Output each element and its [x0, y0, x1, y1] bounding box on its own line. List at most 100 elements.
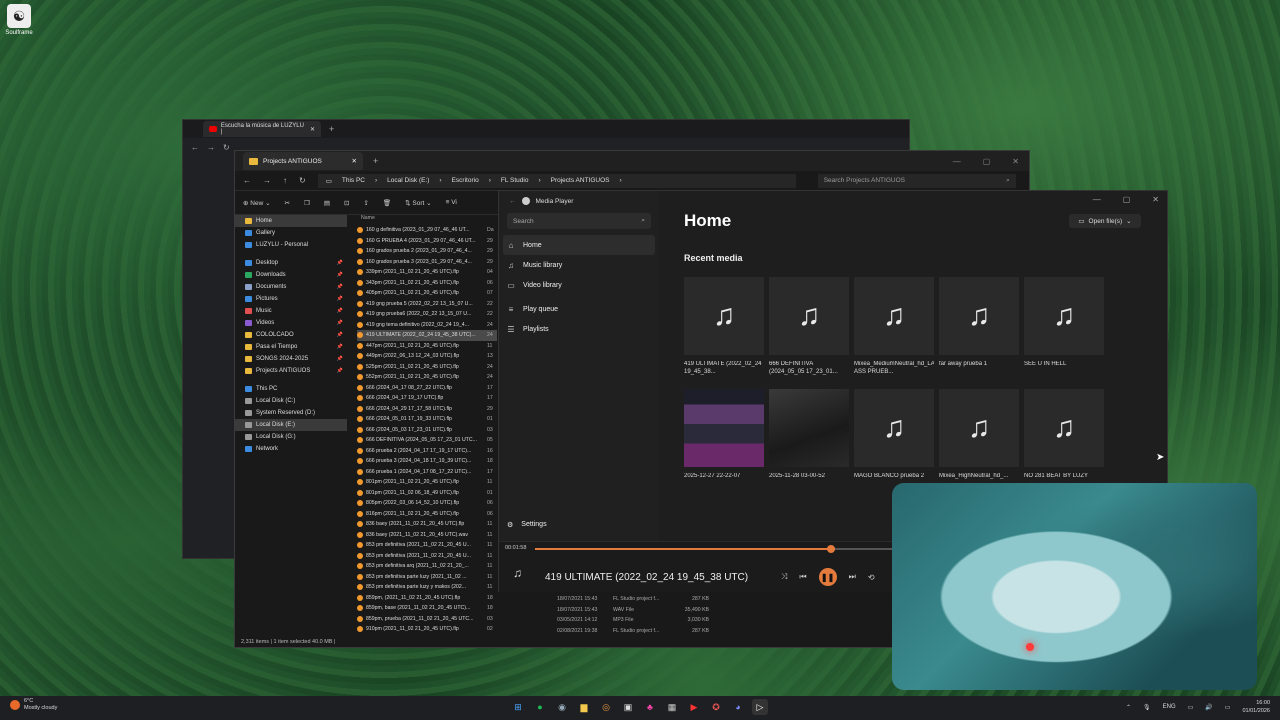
breadcrumb-item[interactable]: This PC	[342, 177, 365, 184]
forward-icon[interactable]: →	[263, 176, 271, 185]
minimize-icon[interactable]: —	[953, 157, 961, 166]
table-row[interactable]: 910pm (2021_11_02 21_20_45 UTC).flp 02	[357, 624, 497, 635]
clock[interactable]: 16:00 01/01/2026	[1242, 699, 1270, 715]
nav-playlists[interactable]: ☰ Playlists	[499, 319, 659, 339]
table-row[interactable]: 836 baey (2021_11_02 21_20_45 UTC).wav 11	[357, 530, 497, 541]
start-icon[interactable]: ⊞	[510, 699, 526, 715]
calendar-icon[interactable]: ▦	[664, 699, 680, 715]
nav-home[interactable]: ⌂ Home	[503, 235, 655, 255]
delete-icon[interactable]: 🗑	[383, 199, 391, 207]
back-icon[interactable]: ←	[509, 198, 516, 205]
nav-item[interactable]: System Reserved (D:)	[235, 407, 347, 419]
minimize-icon[interactable]: —	[1093, 195, 1101, 204]
game-icon[interactable]: ✪	[708, 699, 724, 715]
nav-item[interactable]: SONGS 2024-2025 📌	[235, 353, 347, 365]
shuffle-icon[interactable]: ⤨	[781, 572, 787, 582]
table-row[interactable]: 853 pm definitiva parte luzy y makos (20…	[357, 582, 497, 593]
table-row[interactable]: 160 G PRUEBA 4 (2023_01_29 07_46_46 UT..…	[357, 236, 497, 247]
table-row[interactable]: 666 prueba 3 (2024_04_18 17_19_39 UTC)..…	[357, 456, 497, 467]
table-row[interactable]: 859pm, (2021_11_02 21_20_45 UTC).flp 18	[357, 593, 497, 604]
new-button[interactable]: ⊕ New ⌄	[243, 199, 271, 207]
nav-item[interactable]: Local Disk (G:)	[235, 431, 347, 443]
nav-item[interactable]: Local Disk (E:)	[235, 419, 347, 431]
table-row[interactable]: 160 grados prueba 3 (2023_01_29 07_46_4.…	[357, 257, 497, 268]
next-icon[interactable]: ⏭	[849, 572, 856, 582]
maximize-icon[interactable]: ▢	[1123, 195, 1131, 204]
table-row[interactable]: 805pm (2022_03_06 14_52_10 UTC).flp 06	[357, 498, 497, 509]
table-row[interactable]: 853 pm definitiva arq (2021_11_02 21_20_…	[357, 561, 497, 572]
repeat-icon[interactable]: ⟲	[868, 573, 875, 582]
table-row[interactable]: 853 pm definitiva parte luzy (2021_11_02…	[357, 572, 497, 583]
recent-media-item[interactable]: ♫ Mixea_HighNeutral_hd_...	[939, 389, 1019, 489]
explorer-search-input[interactable]: Search Projects ANTIGUOS ⌕	[817, 173, 1016, 188]
nav-item[interactable]: Pasa el Tiempo 📌	[235, 341, 347, 353]
sort-button[interactable]: ⇅ Sort ⌄	[405, 199, 431, 207]
breadcrumb[interactable]: ▭ This PC › Local Disk (E:) › Escritorio › …	[317, 173, 796, 188]
network-icon[interactable]: ▭	[1188, 704, 1194, 711]
table-row[interactable]: 552pm (2021_11_02 21_20_45 UTC).flp 24	[357, 372, 497, 383]
discord-icon[interactable]: ◕	[730, 699, 746, 715]
table-row[interactable]: 343pm (2021_11_02 21_20_45 UTC).flp 06	[357, 278, 497, 289]
cut-icon[interactable]: ✂	[285, 199, 290, 207]
recent-media-item[interactable]: ♫ 419 ULTIMATE (2022_02_24 19_45_38...	[684, 277, 764, 377]
app-icon[interactable]: ▣	[620, 699, 636, 715]
breadcrumb-item[interactable]: Local Disk (E:)	[387, 177, 429, 184]
share-icon[interactable]: ⇪	[363, 199, 368, 207]
table-row[interactable]: 419 gng prueba6 (2022_02_22 13_15_07 U..…	[357, 309, 497, 320]
table-row[interactable]: 419 ULTIMATE (2022_02_24 19_45_38 UTC)..…	[357, 330, 497, 341]
close-icon[interactable]: ✕	[310, 126, 315, 133]
nav-music-library[interactable]: ♫ Music library	[499, 255, 659, 275]
table-row[interactable]: 666 DEFINITIVA (2024_05_05 17_23_01 UTC.…	[357, 435, 497, 446]
explorer-tab[interactable]: Projects ANTIGUOS ✕	[243, 152, 363, 170]
back-icon[interactable]: ←	[191, 143, 199, 152]
nav-item[interactable]: Local Disk (C:)	[235, 395, 347, 407]
spotify-icon[interactable]: ●	[532, 699, 548, 715]
table-row[interactable]: 419 gng prueba 5 (2022_02_22 13_15_07 U.…	[357, 299, 497, 310]
language-indicator[interactable]: ENG	[1163, 704, 1176, 710]
media-search-input[interactable]: Search ⌕	[507, 213, 651, 229]
close-window-icon[interactable]: ✕	[1012, 157, 1019, 166]
table-row[interactable]: 853 pm definitiva (2021_11_02 21_20_45 U…	[357, 551, 497, 562]
forward-icon[interactable]: →	[207, 143, 215, 152]
nav-item[interactable]: Downloads 📌	[235, 269, 347, 281]
recent-media-item[interactable]: ♫ 666 DEFINITIVA (2024_05_05 17_23_01...	[769, 277, 849, 377]
recent-media-item[interactable]: ♫ far away prueba 1	[939, 277, 1019, 377]
table-row[interactable]: 666 (2024_05_03 17_23_01 UTC).flp 03	[357, 425, 497, 436]
nav-item[interactable]: Desktop 📌	[235, 257, 347, 269]
nav-item[interactable]: COLOLCADO 📌	[235, 329, 347, 341]
up-icon[interactable]: ↑	[283, 176, 287, 185]
nav-item[interactable]: Videos 📌	[235, 317, 347, 329]
youtube-icon[interactable]: ▶	[686, 699, 702, 715]
table-row[interactable]: 801pm (2021_11_02 21_20_45 UTC).flp 11	[357, 477, 497, 488]
table-row[interactable]: 666 prueba 2 (2024_04_17 17_19_17 UTC)..…	[357, 446, 497, 457]
breadcrumb-item[interactable]: Projects ANTIGUOS	[551, 177, 610, 184]
steam-icon[interactable]: ◉	[554, 699, 570, 715]
rename-icon[interactable]: ⊡	[344, 199, 349, 207]
table-row[interactable]: 859pm, base (2021_11_02 21_20_45 UTC)...…	[357, 603, 497, 614]
breadcrumb-item[interactable]: FL Studio	[501, 177, 529, 184]
media-player-icon[interactable]: ▷	[752, 699, 768, 715]
table-row[interactable]: 816pm (2021_11_02 21_20_45 UTC).flp 06	[357, 509, 497, 520]
nav-item[interactable]: Documents 📌	[235, 281, 347, 293]
table-row[interactable]: 666 (2024_05_01 17_19_33 UTC).flp 01	[357, 414, 497, 425]
table-row[interactable]: 666 prueba 1 (2024_04_17 08_17_22 UTC)..…	[357, 467, 497, 478]
chrome-icon[interactable]: ◎	[598, 699, 614, 715]
recent-media-item[interactable]: ♫ NO 281 BEAT BY LUZY	[1024, 389, 1104, 489]
table-row[interactable]: 160 grados prueba 2 (2023_01_29 07_46_4.…	[357, 246, 497, 257]
table-row[interactable]: 859pm, prueba (2021_11_02 21_20_45 UTC..…	[357, 614, 497, 625]
weather-widget[interactable]: 6°C Mostly cloudy	[10, 698, 57, 712]
close-icon[interactable]: ✕	[352, 157, 357, 165]
view-button[interactable]: ≡ Vi	[446, 199, 457, 206]
recent-media-item[interactable]: ♫ Mixea_MediumNeutral_hd_LAME ASS PRUEB..…	[854, 277, 934, 377]
nav-video-library[interactable]: ▭ Video library	[499, 275, 659, 295]
file-explorer-icon[interactable]: ▆	[576, 699, 592, 715]
reload-icon[interactable]: ↻	[223, 143, 230, 152]
table-row[interactable]: 405pm (2021_11_02 21_20_45 UTC).flp 07	[357, 288, 497, 299]
volume-icon[interactable]: 🔊	[1205, 704, 1212, 711]
table-row[interactable]: 666 (2024_04_29 17_17_58 UTC).flp 29	[357, 404, 497, 415]
browser-tab[interactable]: Escucha la música de LUZYLU | ✕	[203, 121, 321, 137]
nav-item[interactable]: Gallery	[235, 227, 347, 239]
table-row[interactable]: 339pm (2021_11_02 21_20_45 UTC).flp 04	[357, 267, 497, 278]
back-icon[interactable]: ←	[243, 176, 251, 185]
table-row[interactable]: 666 (2024_04_17 08_27_22 UTC).flp 17	[357, 383, 497, 394]
